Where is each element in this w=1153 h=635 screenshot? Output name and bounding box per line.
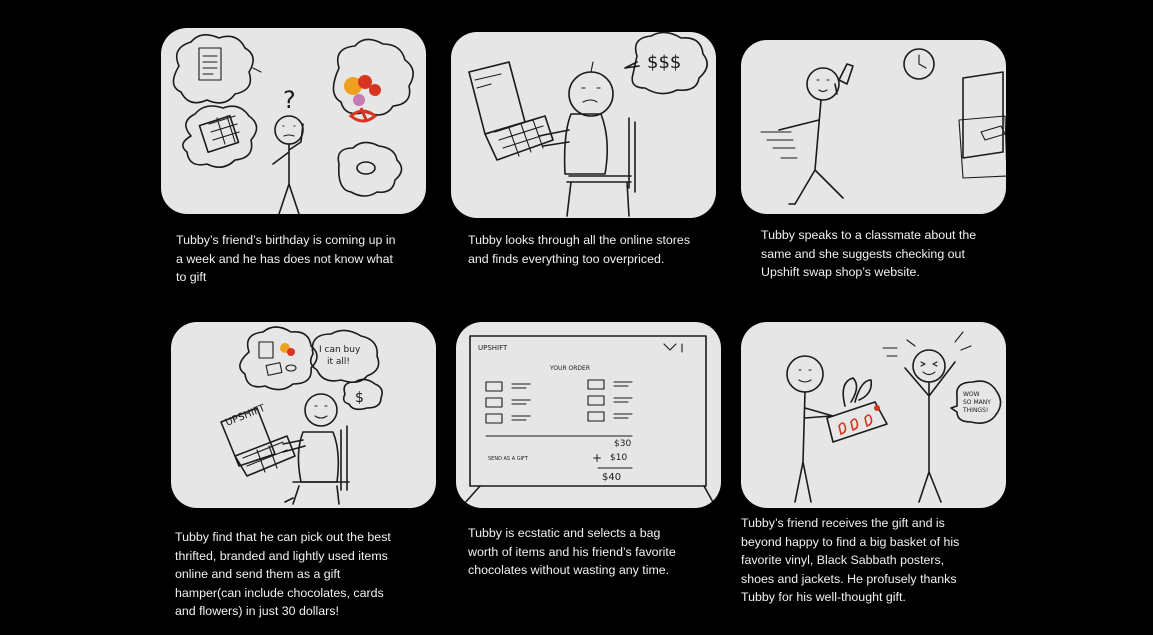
upshift-screen-label: UPSHIFT bbox=[224, 403, 268, 429]
dollar-thought-label: $ bbox=[355, 390, 364, 406]
plus-label: + bbox=[592, 451, 602, 465]
panel-5-caption: Tubby is ecstatic and selects a bag wort… bbox=[468, 526, 676, 577]
your-order-label: YOUR ORDER bbox=[549, 365, 590, 372]
total-label: $40 bbox=[602, 472, 621, 483]
panel-3-caption: Tubby speaks to a classmate about the sa… bbox=[761, 228, 977, 279]
panel-6-caption: Tubby’s friend receives the gift and is … bbox=[741, 516, 960, 604]
speech-i-can-buy-it-all: I can buy it all! bbox=[319, 345, 363, 367]
money-label: $$$ bbox=[647, 52, 681, 73]
storyboard-panel-5: UPSHIFT YOUR ORDER $30 SEND AS A GIFT + … bbox=[456, 322, 721, 508]
panel-4-caption: Tubby find that he can pick out the best… bbox=[175, 530, 391, 618]
panel-3-sketch bbox=[760, 48, 1006, 205]
panel-4-sketch: I can buy it all! $ UPSHIFT bbox=[220, 326, 383, 505]
storyboard-panel-3 bbox=[741, 40, 1006, 214]
panel-1-sketch: ? bbox=[172, 34, 414, 214]
panel-5-sketch: UPSHIFT YOUR ORDER $30 SEND AS A GIFT + … bbox=[463, 335, 715, 505]
speech-wow-so-many-things: WOW SO MANY THINGS! bbox=[962, 391, 993, 414]
order-items-right bbox=[587, 379, 633, 422]
storyboard-panel-2: $$$ bbox=[451, 32, 716, 218]
order-items-left bbox=[485, 381, 531, 424]
panel-6-sketch: WOW SO MANY THINGS! bbox=[786, 331, 1002, 503]
question-mark-label: ? bbox=[283, 86, 296, 114]
storyboard-panel-4: I can buy it all! $ UPSHIFT bbox=[171, 322, 436, 508]
panel-1-caption: Tubby’s friend’s birthday is coming up i… bbox=[176, 233, 396, 284]
panel-2-caption: Tubby looks through all the online store… bbox=[468, 233, 691, 266]
send-as-gift-label: SEND AS A GIFT bbox=[488, 456, 529, 462]
gift-fee-label: $10 bbox=[610, 453, 627, 463]
subtotal-label: $30 bbox=[614, 439, 631, 449]
storyboard-panel-6: WOW SO MANY THINGS! bbox=[741, 322, 1006, 508]
storyboard-panel-1: ? bbox=[161, 28, 426, 214]
upshift-logo-label: UPSHIFT bbox=[478, 344, 508, 352]
panel-2-sketch: $$$ bbox=[468, 32, 708, 217]
